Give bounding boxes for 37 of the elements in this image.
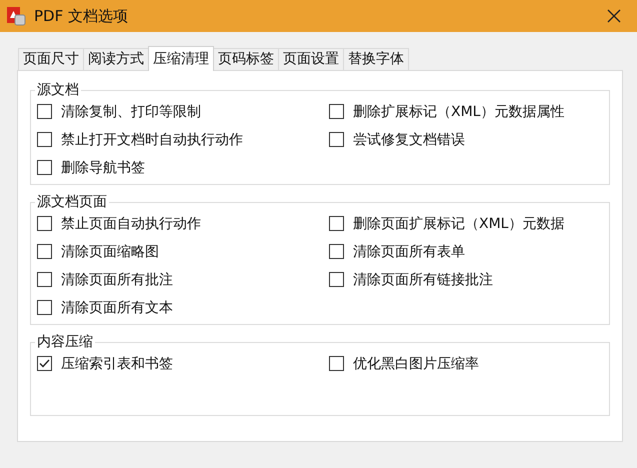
checkbox-label[interactable]: 禁止页面自动执行动作 — [61, 214, 201, 232]
checkbox[interactable] — [37, 244, 52, 259]
checkbox-label[interactable]: 删除页面扩展标记（XML）元数据 — [353, 214, 564, 232]
tab[interactable]: 压缩清理 — [148, 46, 214, 71]
close-icon — [606, 8, 622, 24]
checkbox[interactable] — [329, 244, 344, 259]
checkbox-label[interactable]: 清除页面缩略图 — [61, 242, 159, 260]
window-title: PDF 文档选项 — [34, 6, 129, 26]
tab[interactable]: 替换字体 — [343, 48, 409, 70]
checkbox-label[interactable]: 优化黑白图片压缩率 — [353, 354, 479, 372]
checkbox[interactable] — [329, 216, 344, 231]
checkbox[interactable] — [329, 104, 344, 119]
checkbox[interactable] — [329, 132, 344, 147]
pdf-document-icon — [6, 6, 26, 26]
group-title: 源文档 — [36, 81, 80, 99]
checkbox-label[interactable]: 压缩索引表和书签 — [61, 354, 173, 372]
checkbox-label[interactable]: 禁止打开文档时自动执行动作 — [61, 130, 243, 148]
checkbox[interactable] — [37, 272, 52, 287]
checkbox[interactable] — [37, 356, 52, 371]
checkbox-label[interactable]: 尝试修复文档错误 — [353, 130, 465, 148]
tab[interactable]: 页面尺寸 — [18, 48, 84, 70]
checkbox-label[interactable]: 清除页面所有文本 — [61, 298, 173, 316]
checkbox[interactable] — [37, 160, 52, 175]
checkbox-label[interactable]: 删除扩展标记（XML）元数据属性 — [353, 102, 564, 120]
checkbox-label[interactable]: 清除页面所有链接批注 — [353, 270, 493, 288]
checkbox-label[interactable]: 清除页面所有表单 — [353, 242, 465, 260]
checkbox[interactable] — [37, 104, 52, 119]
checkbox-label[interactable]: 清除页面所有批注 — [61, 270, 173, 288]
checkbox[interactable] — [37, 132, 52, 147]
checkbox-label[interactable]: 删除导航书签 — [61, 158, 145, 176]
checkbox-label[interactable]: 清除复制、打印等限制 — [61, 102, 201, 120]
group-title: 源文档页面 — [36, 193, 108, 211]
checkbox[interactable] — [329, 272, 344, 287]
checkbox[interactable] — [37, 216, 52, 231]
checkbox[interactable] — [329, 356, 344, 371]
group-title: 内容压缩 — [36, 333, 94, 351]
checkbox[interactable] — [37, 300, 52, 315]
